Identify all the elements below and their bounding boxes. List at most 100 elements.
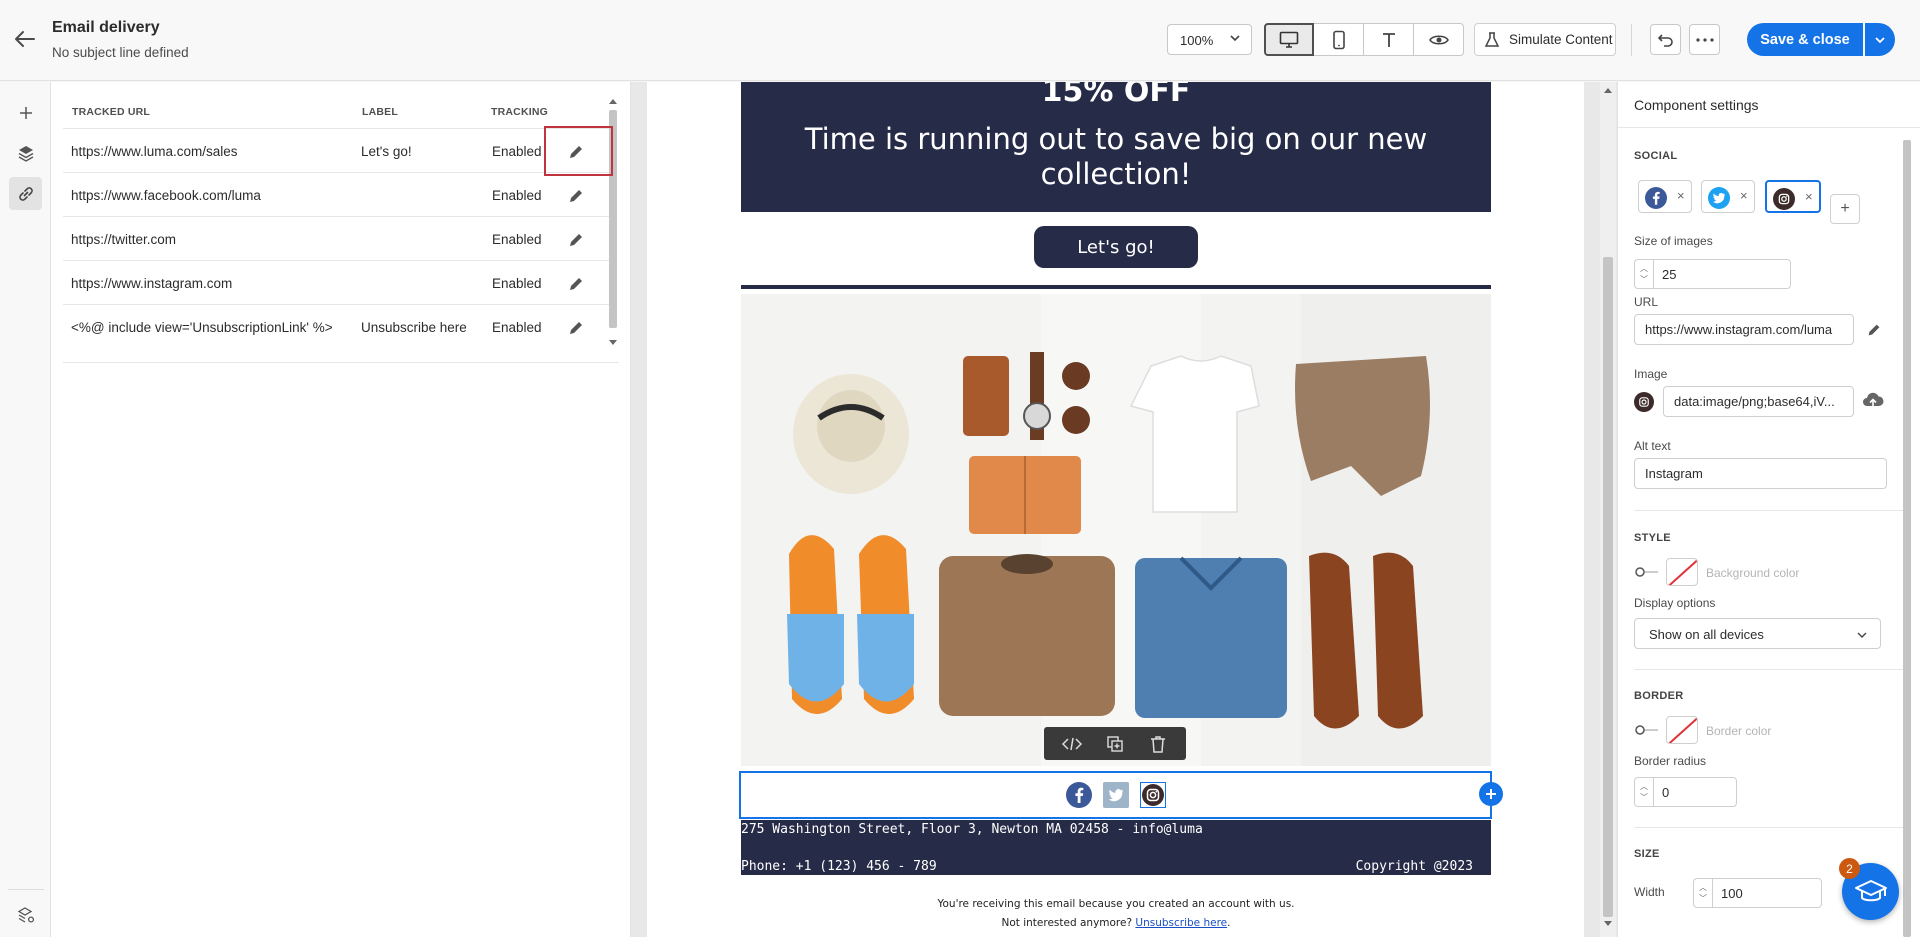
delete-icon[interactable] — [1145, 733, 1171, 755]
display-options-value: Show on all devices — [1649, 627, 1764, 642]
preview-button[interactable] — [1414, 23, 1464, 56]
duplicate-icon[interactable] — [1102, 733, 1128, 755]
promo-text: 15% OFF — [1041, 82, 1191, 109]
table-row[interactable]: https://www.luma.com/sales Let's go! Ena… — [63, 129, 611, 173]
table-row[interactable]: https://www.facebook.com/luma Enabled — [63, 173, 611, 217]
add-social-network-button[interactable]: + — [1830, 194, 1860, 224]
border-radius-label: Border radius — [1634, 754, 1707, 768]
table-bottom-divider — [63, 362, 619, 363]
size-of-images-label: Size of images — [1634, 234, 1713, 248]
section-divider — [1634, 669, 1904, 670]
upload-cloud-icon[interactable] — [1862, 391, 1884, 414]
edit-url-pencil-icon[interactable] — [1865, 321, 1883, 344]
alt-text-label: Alt text — [1634, 439, 1671, 453]
url-input[interactable]: https://www.instagram.com/luma — [1634, 314, 1854, 345]
links-button[interactable] — [9, 177, 42, 210]
scrollbar-thumb[interactable] — [1903, 140, 1911, 937]
add-block-icon[interactable] — [1479, 782, 1503, 806]
scroll-up-icon — [609, 99, 617, 104]
zoom-select[interactable]: 100% — [1167, 24, 1252, 55]
tracked-url-cell: <%@ include view='UnsubscriptionLink' %> — [71, 320, 333, 335]
edit-pencil-icon[interactable] — [566, 230, 586, 250]
desktop-view-button[interactable] — [1264, 23, 1314, 56]
legal-text: You're receiving this email because you … — [937, 898, 1295, 910]
instagram-icon[interactable] — [1140, 782, 1166, 808]
add-component-button[interactable] — [9, 96, 42, 129]
remove-instagram-icon[interactable]: × — [1805, 189, 1813, 204]
border-color-swatch[interactable] — [1666, 716, 1698, 744]
tracking-cell: Enabled — [492, 188, 542, 203]
undo-button[interactable] — [1650, 24, 1681, 55]
table-row[interactable]: <%@ include view='UnsubscriptionLink' %>… — [63, 305, 611, 349]
scrollbar-thumb[interactable] — [1603, 257, 1613, 917]
simulate-content-button[interactable]: Simulate Content — [1474, 23, 1616, 56]
link-icon — [18, 186, 33, 201]
border-color-toggle[interactable] — [1634, 723, 1660, 737]
code-icon[interactable] — [1059, 733, 1085, 755]
cta-button[interactable]: Let's go! — [1034, 226, 1198, 268]
hero-banner[interactable]: 15% OFF Time is running out to save big … — [741, 82, 1491, 212]
text-view-button[interactable] — [1364, 23, 1414, 56]
more-options-button[interactable] — [1689, 24, 1720, 55]
alt-text-input[interactable]: Instagram — [1634, 458, 1887, 489]
tracking-cell: Enabled — [492, 320, 542, 335]
plus-icon — [19, 106, 32, 119]
simulate-content-label: Simulate Content — [1509, 32, 1613, 47]
canvas-scrollbar[interactable] — [1600, 82, 1616, 937]
size-stepper[interactable]: ︿ ﹀ — [1634, 259, 1653, 289]
width-input[interactable]: 100 — [1712, 878, 1822, 908]
eye-icon — [1428, 34, 1449, 45]
email-footer[interactable]: 275 Washington Street, Floor 3, Newton M… — [741, 820, 1491, 875]
twitter-icon — [1708, 187, 1730, 209]
remove-facebook-icon[interactable]: × — [1677, 188, 1685, 203]
footer-copyright: Copyright @2023 — [1355, 859, 1473, 874]
image-source-input[interactable]: data:image/png;base64,iV... — [1663, 386, 1854, 417]
chevron-down-icon — [1229, 32, 1241, 47]
social-tag-instagram[interactable]: × — [1765, 180, 1821, 213]
social-tag-twitter[interactable]: × — [1701, 180, 1755, 213]
save-close-button[interactable]: Save & close — [1747, 23, 1863, 56]
display-options-select[interactable]: Show on all devices — [1634, 618, 1881, 649]
instagram-icon — [1773, 188, 1795, 210]
column-header-tracking: TRACKING — [491, 106, 549, 118]
scroll-down-icon — [609, 340, 617, 345]
table-row[interactable]: https://twitter.com Enabled — [63, 217, 611, 261]
border-radius-stepper[interactable]: ︿ ﹀ — [1634, 777, 1653, 807]
footer-phone: Phone: +1 (123) 456 - 789 — [741, 859, 937, 874]
column-header-tracked-url: TRACKED URL — [72, 106, 151, 118]
social-block[interactable] — [739, 771, 1492, 819]
background-color-toggle[interactable] — [1634, 565, 1660, 579]
section-divider — [1634, 827, 1904, 828]
edit-pencil-icon[interactable] — [566, 186, 586, 206]
mobile-icon — [1332, 30, 1345, 49]
edit-pencil-icon[interactable] — [566, 274, 586, 294]
width-label: Width — [1634, 885, 1665, 899]
zoom-value: 100% — [1180, 33, 1214, 48]
mobile-view-button[interactable] — [1314, 23, 1364, 56]
save-options-dropdown[interactable] — [1865, 23, 1895, 56]
chevron-down-icon — [1856, 629, 1868, 644]
undo-icon — [1657, 33, 1673, 47]
product-image[interactable] — [741, 294, 1491, 766]
unsubscribe-link[interactable]: Unsubscribe here — [1135, 917, 1227, 929]
border-radius-input[interactable]: 0 — [1653, 777, 1737, 807]
size-of-images-input[interactable]: 25 — [1653, 259, 1791, 289]
social-tag-facebook[interactable]: × — [1638, 180, 1692, 213]
settings-layers-button[interactable] — [9, 898, 42, 931]
back-arrow-icon[interactable] — [12, 28, 38, 50]
remove-twitter-icon[interactable]: × — [1740, 188, 1748, 203]
social-section-title: SOCIAL — [1634, 150, 1678, 162]
background-color-swatch[interactable] — [1666, 558, 1698, 586]
left-rail — [0, 82, 51, 937]
edit-pencil-icon[interactable] — [566, 318, 586, 338]
settings-scrollbar[interactable] — [1902, 140, 1912, 937]
width-stepper[interactable]: ︿ ﹀ — [1693, 878, 1712, 908]
table-row[interactable]: https://www.instagram.com Enabled — [63, 261, 611, 305]
tracked-url-cell: https://twitter.com — [71, 232, 177, 247]
component-settings-panel: Component settings SOCIAL × × × + Size o… — [1617, 82, 1920, 937]
tracked-url-cell: https://www.facebook.com/luma — [71, 188, 261, 203]
twitter-icon[interactable] — [1103, 782, 1129, 808]
facebook-icon[interactable] — [1066, 782, 1092, 808]
layers-button[interactable] — [9, 136, 42, 169]
links-panel: TRACKED URL LABEL TRACKING https://www.l… — [51, 82, 631, 937]
